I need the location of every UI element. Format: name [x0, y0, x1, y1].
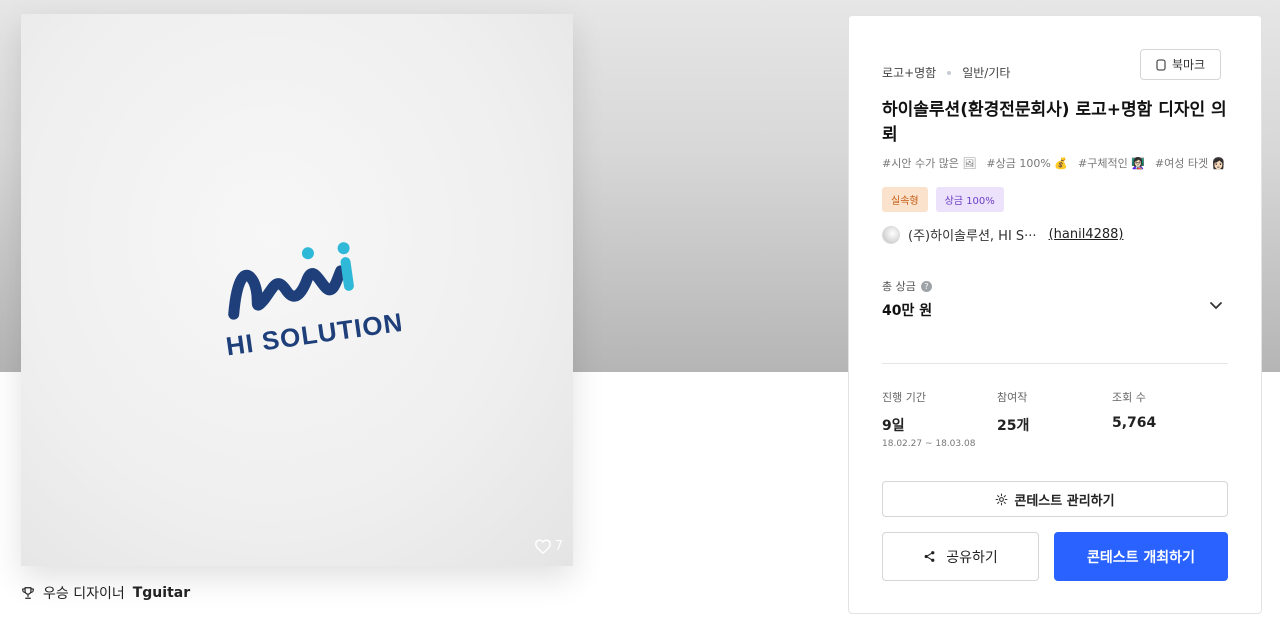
- stat-label: 진행 기간: [882, 391, 926, 404]
- share-icon: [924, 551, 935, 562]
- host-avatar: [882, 225, 900, 244]
- gear-icon: [995, 493, 1008, 505]
- heart-icon: [534, 539, 551, 554]
- host-id-link[interactable]: (hanil4288): [1049, 227, 1124, 242]
- hi-solution-logo: HI SOLUTION: [224, 242, 401, 362]
- prize-value: 40만 원: [882, 303, 933, 319]
- share-button[interactable]: 공유하기: [882, 532, 1039, 581]
- tag[interactable]: #시안 수가 많은 🖼: [882, 155, 976, 171]
- period-range: 18.02.27 ~ 18.03.08: [882, 439, 976, 449]
- stat-period: 진행 기간 9일 18.02.27 ~ 18.03.08: [882, 389, 975, 449]
- stat-views: 조회 수 5,764: [1112, 389, 1156, 431]
- tag[interactable]: #구체적인 👩🏻‍🏫: [1078, 155, 1145, 171]
- tag-list: #시안 수가 많은 🖼 #상금 100% 💰 #구체적인 👩🏻‍🏫 #여성 타겟…: [882, 155, 1225, 171]
- breadcrumb: 로고+명함 일반/기타: [882, 64, 1010, 81]
- stat-label: 참여작: [997, 391, 1028, 404]
- tag[interactable]: #여성 타겟 👩🏻: [1155, 155, 1225, 171]
- winner-label: 우승 디자이너: [43, 586, 125, 602]
- winner-info: 우승 디자이너 Tguitar: [21, 583, 190, 603]
- bookmark-label: 북마크: [1171, 58, 1206, 72]
- contest-info-panel: 로고+명함 일반/기타 북마크 하이솔루션(환경전문회사) 로고+명함 디자인 …: [848, 15, 1262, 614]
- trophy-icon: [22, 587, 34, 599]
- winner-name[interactable]: Tguitar: [133, 585, 190, 601]
- logo-wordmark: HI SOLUTION: [224, 307, 401, 362]
- share-label: 공유하기: [946, 549, 998, 566]
- prize-label-text: 총 상금: [882, 280, 916, 293]
- stat-label: 조회 수: [1112, 391, 1146, 404]
- subcategory-label[interactable]: 일반/기타: [962, 64, 1010, 81]
- bookmark-button[interactable]: 북마크: [1140, 49, 1221, 80]
- separator-dot: [947, 70, 952, 75]
- like-count: 7: [554, 538, 563, 554]
- stat-value: 25개: [997, 418, 1030, 434]
- help-icon[interactable]: ?: [920, 280, 932, 292]
- stat-value: 5,764: [1112, 415, 1157, 431]
- divider: [882, 363, 1228, 364]
- winning-artwork[interactable]: HI SOLUTION 7: [21, 14, 573, 566]
- badge-list: 실속형 상금 100%: [882, 187, 1004, 212]
- manage-contest-button[interactable]: 콘테스트 관리하기: [882, 481, 1228, 517]
- host-info[interactable]: (주)하이솔루션, HI S··· (hanil4288): [882, 225, 1123, 244]
- like-button[interactable]: 7: [534, 538, 563, 554]
- contest-title: 하이솔루션(환경전문회사) 로고+명함 디자인 의뢰: [882, 100, 1227, 145]
- tag[interactable]: #상금 100% 💰: [986, 155, 1068, 171]
- open-contest-button[interactable]: 콘테스트 개최하기: [1054, 532, 1228, 581]
- host-name: (주)하이솔루션, HI S···: [908, 229, 1037, 244]
- stat-value: 9일: [882, 418, 905, 434]
- prize-badge: 상금 100%: [935, 187, 1004, 212]
- chevron-down-icon[interactable]: [1209, 301, 1223, 311]
- prize-label: 총 상금 ?: [882, 278, 932, 294]
- plan-badge: 실속형: [882, 187, 928, 212]
- category-label[interactable]: 로고+명함: [882, 64, 936, 81]
- bookmark-icon: [1156, 58, 1166, 71]
- stat-entries: 참여작 25개: [997, 389, 1029, 435]
- manage-contest-label: 콘테스트 관리하기: [1014, 493, 1115, 509]
